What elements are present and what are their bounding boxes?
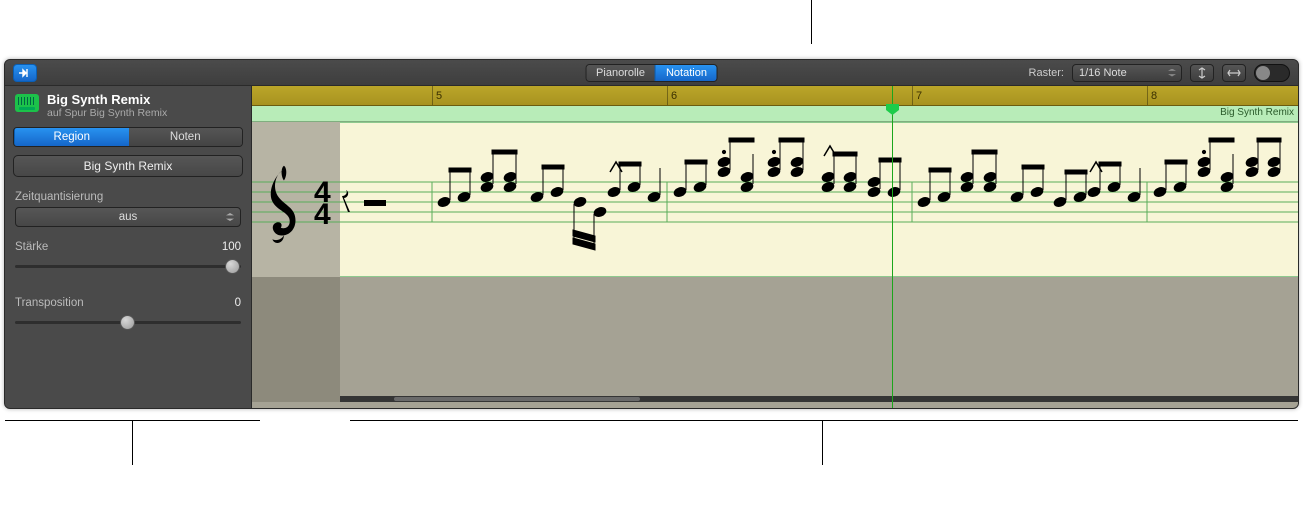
catch-playhead-button[interactable] <box>13 64 37 82</box>
tab-pianoroll[interactable]: Pianorolle <box>586 65 655 81</box>
ruler-mark: 6 <box>667 86 677 105</box>
quantize-value: aus <box>119 211 138 223</box>
raster-label: Raster: <box>1029 67 1064 79</box>
inspector-tabs: Region Noten <box>13 127 243 147</box>
transpose-value: 0 <box>235 297 241 309</box>
scrollbar-thumb[interactable] <box>394 397 640 401</box>
ruler-mark: 5 <box>432 86 442 105</box>
callout-line-inspector-v <box>132 420 133 465</box>
staff-svg: 4 4 <box>252 122 1298 277</box>
horizontal-autozoom-button[interactable] <box>1222 64 1246 82</box>
quantize-label: Zeitquantisierung <box>15 191 103 203</box>
bar-ruler[interactable]: 5 6 7 8 <box>252 86 1298 106</box>
score-editor-window: Pianorolle Notation Raster: 1/16 Note <box>4 59 1299 409</box>
tab-notation[interactable]: Notation <box>655 65 717 81</box>
callout-line-top <box>811 0 812 44</box>
region-strip-label: Big Synth Remix <box>1220 107 1294 118</box>
inspector-panel: Big Synth Remix auf Spur Big Synth Remix… <box>5 86 252 408</box>
below-staff-area <box>340 277 1298 402</box>
region-strip[interactable]: Big Synth Remix <box>252 106 1298 122</box>
strength-value: 100 <box>222 241 241 253</box>
ruler-mark: 8 <box>1147 86 1157 105</box>
transpose-label: Transposition <box>15 297 84 309</box>
tab-region[interactable]: Region <box>14 128 129 146</box>
vertical-zoom-button[interactable] <box>1190 64 1214 82</box>
strength-label: Stärke <box>15 241 48 253</box>
track-title: Big Synth Remix <box>47 93 167 107</box>
score-area[interactable]: 4 4 <box>252 122 1298 402</box>
callout-line-main-v <box>822 420 823 465</box>
toolbar: Pianorolle Notation Raster: 1/16 Note <box>5 60 1298 86</box>
raster-select[interactable]: 1/16 Note <box>1072 64 1182 82</box>
score-main-area: 5 6 7 8 Big Synth Remix <box>252 86 1298 408</box>
transpose-slider[interactable] <box>15 313 241 331</box>
region-name-button[interactable]: Big Synth Remix <box>13 155 243 177</box>
timesig-den: 4 <box>314 198 331 231</box>
track-icon <box>15 94 39 112</box>
ruler-mark: 7 <box>912 86 922 105</box>
left-gutter <box>252 277 340 402</box>
autozoom-switch[interactable] <box>1254 64 1290 82</box>
playhead[interactable] <box>892 86 893 408</box>
track-subtitle: auf Spur Big Synth Remix <box>47 107 167 119</box>
raster-value: 1/16 Note <box>1079 67 1127 79</box>
horizontal-scrollbar[interactable] <box>340 396 1298 402</box>
callout-line-main-h <box>350 420 1298 421</box>
view-mode-segmented: Pianorolle Notation <box>585 64 718 82</box>
quantize-select[interactable]: aus <box>15 207 241 227</box>
strength-slider[interactable] <box>15 257 241 275</box>
treble-clef <box>271 166 296 243</box>
tab-noten[interactable]: Noten <box>129 128 243 146</box>
